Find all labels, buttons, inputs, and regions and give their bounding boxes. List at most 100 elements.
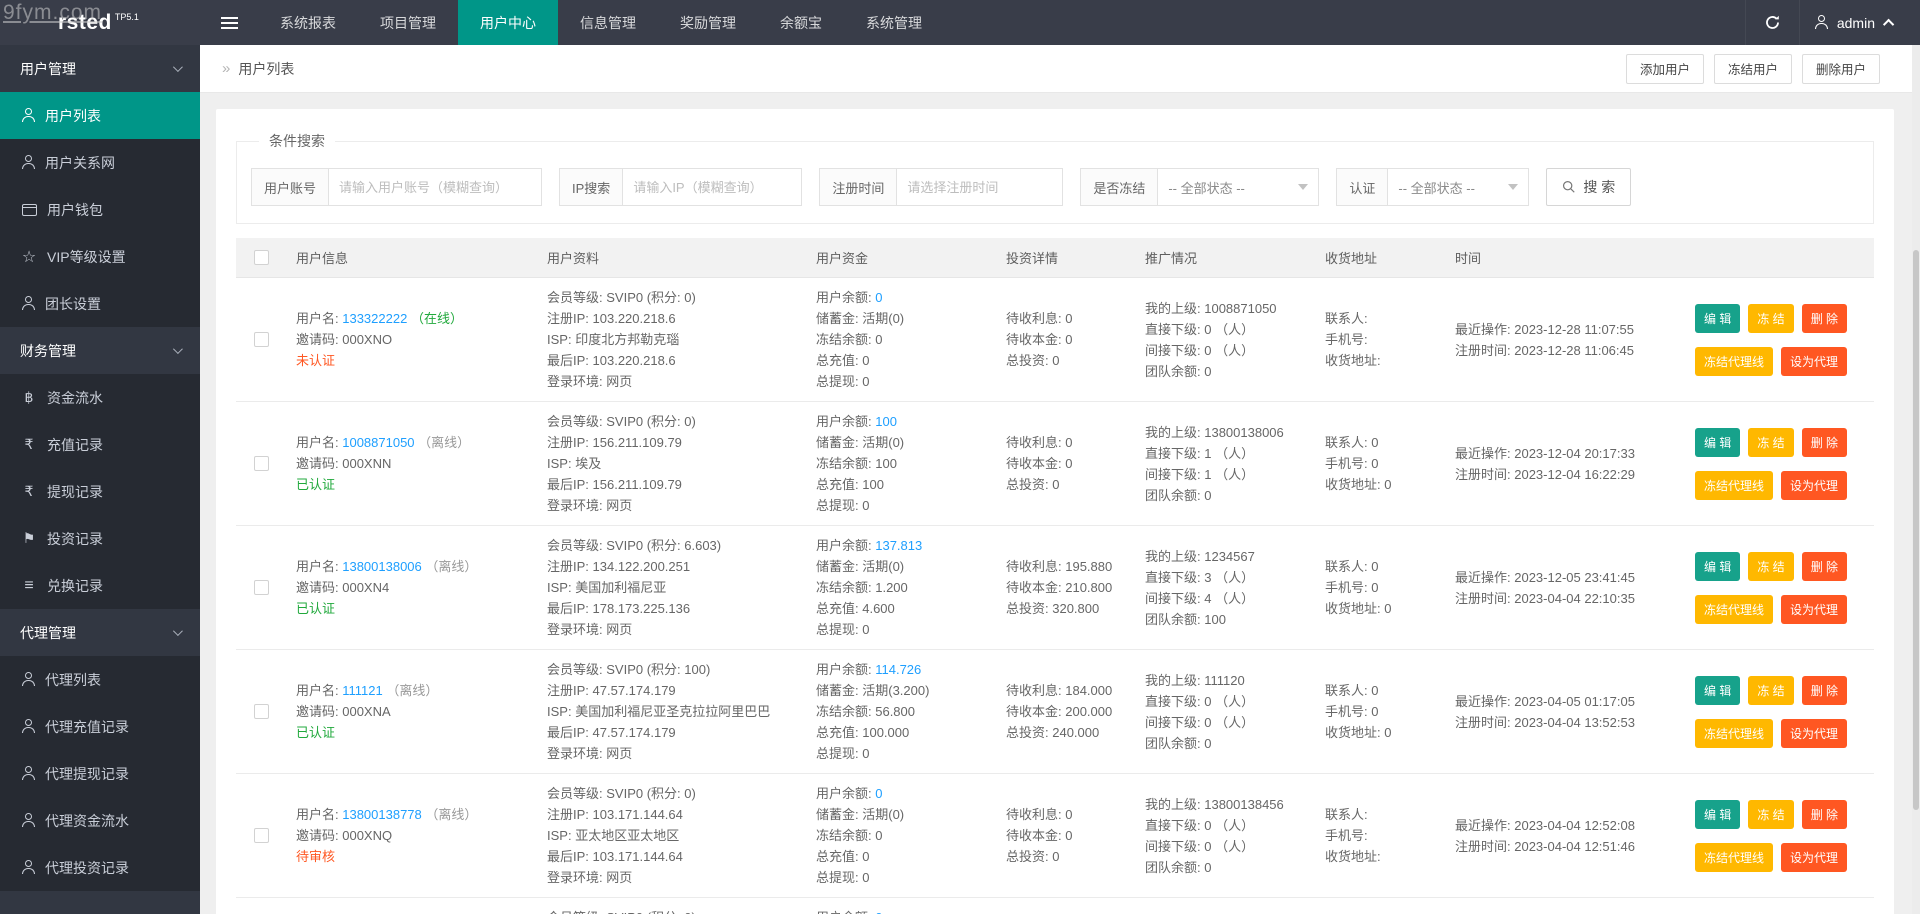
- scrollbar-thumb[interactable]: [1913, 250, 1919, 810]
- sidebar-item-user-wallet[interactable]: 用户钱包: [0, 186, 200, 233]
- freeze-agent-line-button[interactable]: 冻结代理线: [1695, 842, 1774, 872]
- sidebar-item-agent-fund-flow[interactable]: 代理资金流水: [0, 797, 200, 844]
- table-body: 用户名: 133322222 （在线） 邀请码: 000XNO 未认证 会员等级…: [236, 278, 1874, 914]
- nav-item-reward[interactable]: 奖励管理: [658, 0, 758, 45]
- search-legend: 条件搜索: [269, 133, 325, 149]
- users-icon: [20, 154, 36, 171]
- set-agent-button[interactable]: 设为代理: [1781, 594, 1848, 624]
- delete-user-button[interactable]: 删除用户: [1801, 53, 1880, 84]
- chevron-down-icon: [172, 626, 183, 637]
- sidebar-item-exchange-records[interactable]: ≡ 兑换记录: [0, 562, 200, 609]
- admin-menu[interactable]: admin: [1800, 0, 1920, 45]
- nav-item-project[interactable]: 项目管理: [358, 0, 458, 45]
- regtime-search-group: 注册时间: [819, 168, 1064, 206]
- page-title: 用户列表: [238, 60, 295, 77]
- balance-value: 0: [875, 786, 883, 801]
- nav-item-system[interactable]: 系统管理: [844, 0, 944, 45]
- freeze-agent-line-button[interactable]: 冻结代理线: [1695, 346, 1774, 376]
- delete-button[interactable]: 删 除: [1801, 551, 1848, 581]
- edit-button[interactable]: 编 辑: [1695, 551, 1741, 581]
- user-funds-cell: 用户余额: 0 储蓄金: 活期(0) 冻结余额: 0 总充值: 0 总提现: 0: [816, 290, 905, 389]
- auth-status-label: 认证: [1337, 169, 1389, 205]
- row-checkbox[interactable]: [253, 828, 269, 843]
- account-search-input[interactable]: [329, 169, 542, 205]
- online-status: （离线）: [418, 435, 471, 450]
- sidebar-item-agent-recharge[interactable]: 代理充值记录: [0, 703, 200, 750]
- nav-item-info[interactable]: 信息管理: [558, 0, 658, 45]
- nav-item-yuebao[interactable]: 余额宝: [758, 0, 844, 45]
- username-link[interactable]: 133322222: [342, 311, 407, 326]
- auth-status-select[interactable]: -- 全部状态 --: [1388, 169, 1528, 205]
- sidebar-section-agent-mgmt[interactable]: 代理管理: [0, 609, 200, 656]
- regtime-input[interactable]: [897, 169, 1063, 205]
- username-link[interactable]: 13800138778: [342, 807, 422, 822]
- edit-button[interactable]: 编 辑: [1695, 675, 1741, 705]
- sidebar-group: ฿ 资金流水 ₹ 充值记录 ₹ 提现记录 ⚑ 投资记录 ≡ 兑换记录: [0, 374, 200, 609]
- freeze-button[interactable]: 冻 结: [1748, 799, 1794, 829]
- edit-button[interactable]: 编 辑: [1695, 799, 1741, 829]
- freeze-agent-line-button[interactable]: 冻结代理线: [1695, 594, 1774, 624]
- set-agent-button[interactable]: 设为代理: [1781, 470, 1848, 500]
- freeze-status-label: 是否冻结: [1081, 169, 1159, 205]
- freeze-agent-line-button[interactable]: 冻结代理线: [1695, 718, 1774, 748]
- delete-button[interactable]: 删 除: [1801, 799, 1848, 829]
- username-link[interactable]: 111121: [342, 683, 383, 698]
- username-line: 用户名: 133322222 （在线）: [296, 311, 463, 326]
- sidebar-item-agent-list[interactable]: 代理列表: [0, 656, 200, 703]
- freeze-button[interactable]: 冻 结: [1748, 675, 1794, 705]
- set-agent-button[interactable]: 设为代理: [1781, 842, 1848, 872]
- sidebar: 用户管理 用户列表 用户关系网 用户钱包 ☆ VIP等级设置 团长设置 财务管理…: [0, 45, 200, 914]
- sidebar-item-fund-flow[interactable]: ฿ 资金流水: [0, 374, 200, 421]
- sidebar-item-recharge-records[interactable]: ₹ 充值记录: [0, 421, 200, 468]
- user-list-card: 条件搜索 用户账号 IP搜索 注册时间 是否冻结: [216, 109, 1894, 914]
- breadcrumb-bar: » 用户列表 添加用户 冻结用户 删除用户: [200, 45, 1920, 93]
- online-status: （离线）: [425, 559, 478, 574]
- freeze-button[interactable]: 冻 结: [1748, 427, 1794, 457]
- sidebar-section-finance-mgmt[interactable]: 财务管理: [0, 327, 200, 374]
- user-icon: [20, 671, 36, 688]
- sidebar-item-invest-records[interactable]: ⚑ 投资记录: [0, 515, 200, 562]
- freeze-button[interactable]: 冻 结: [1748, 551, 1794, 581]
- ip-search-input[interactable]: [623, 169, 802, 205]
- add-user-button[interactable]: 添加用户: [1625, 53, 1704, 84]
- ip-search-group: IP搜索: [559, 168, 803, 206]
- sidebar-item-user-list[interactable]: 用户列表: [0, 92, 200, 139]
- sidebar-item-user-network[interactable]: 用户关系网: [0, 139, 200, 186]
- menu-toggle-icon[interactable]: [200, 0, 258, 45]
- search-button[interactable]: 搜 索: [1546, 168, 1632, 206]
- sidebar-item-leader-settings[interactable]: 团长设置: [0, 280, 200, 327]
- top-navbar: rsted TP5.1 系统报表 项目管理 用户中心 信息管理 奖励管理 余额宝…: [0, 0, 1920, 45]
- delete-button[interactable]: 删 除: [1801, 675, 1848, 705]
- sidebar-item-agent-invest[interactable]: 代理投资记录: [0, 844, 200, 891]
- set-agent-button[interactable]: 设为代理: [1781, 346, 1848, 376]
- table-header: 用户信息 用户资料 用户资金 投资详情 推广情况 收货地址 时间: [236, 238, 1874, 278]
- sidebar-item-agent-withdraw[interactable]: 代理提现记录: [0, 750, 200, 797]
- sidebar-section-user-mgmt[interactable]: 用户管理: [0, 45, 200, 92]
- username-link[interactable]: 1008871050: [342, 435, 414, 450]
- freeze-user-button[interactable]: 冻结用户: [1713, 53, 1792, 84]
- delete-button[interactable]: 删 除: [1801, 427, 1848, 457]
- set-agent-button[interactable]: 设为代理: [1781, 718, 1848, 748]
- select-all-checkbox[interactable]: [253, 250, 269, 265]
- sidebar-item-withdraw-records[interactable]: ₹ 提现记录: [0, 468, 200, 515]
- sidebar-item-vip-level[interactable]: ☆ VIP等级设置: [0, 233, 200, 280]
- user-icon: [20, 812, 36, 829]
- row-checkbox[interactable]: [253, 332, 269, 347]
- star-icon: ☆: [21, 248, 37, 266]
- row-checkbox[interactable]: [253, 456, 269, 471]
- invest-detail-cell: 待收利息: 0 待收本金: 0 总投资: 0: [1006, 807, 1073, 864]
- nav-item-user-center[interactable]: 用户中心: [458, 0, 558, 45]
- edit-button[interactable]: 编 辑: [1695, 303, 1741, 333]
- freeze-agent-line-button[interactable]: 冻结代理线: [1695, 470, 1774, 500]
- auth-status: 已认证: [296, 601, 336, 616]
- table-row: 用户名: 13800138006 （离线） 邀请码: 000XN4 已认证 会员…: [236, 526, 1874, 650]
- nav-item-system-report[interactable]: 系统报表: [258, 0, 358, 45]
- username-link[interactable]: 13800138006: [342, 559, 422, 574]
- delete-button[interactable]: 删 除: [1801, 303, 1848, 333]
- freeze-button[interactable]: 冻 结: [1748, 303, 1794, 333]
- freeze-status-select[interactable]: -- 全部状态 --: [1158, 169, 1318, 205]
- row-checkbox[interactable]: [253, 704, 269, 719]
- edit-button[interactable]: 编 辑: [1695, 427, 1741, 457]
- row-checkbox[interactable]: [253, 580, 269, 595]
- refresh-button[interactable]: [1744, 0, 1800, 45]
